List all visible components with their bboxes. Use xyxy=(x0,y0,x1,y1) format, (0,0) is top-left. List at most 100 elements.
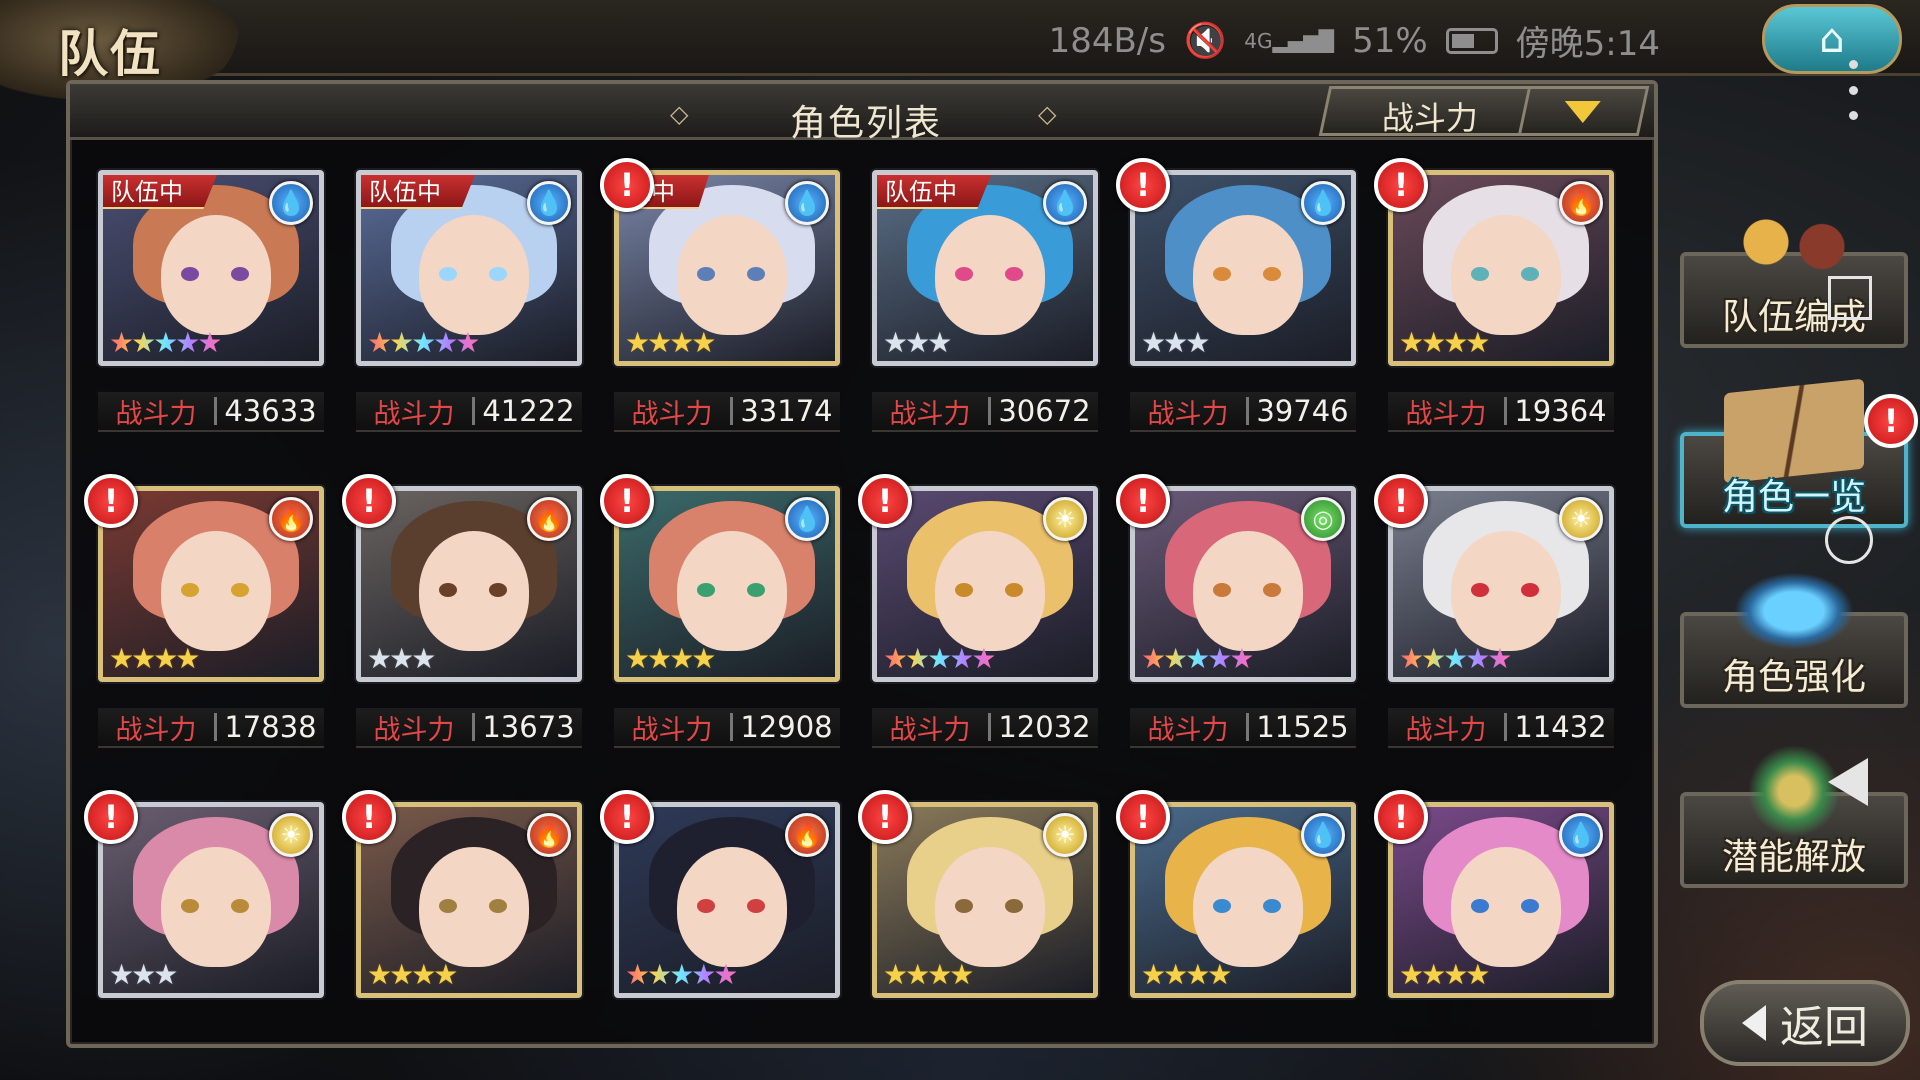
back-label: 返回 xyxy=(1780,1002,1868,1053)
character-card[interactable]: ★★★★ 🔥! 战斗力 19364 xyxy=(1374,158,1614,432)
sort-dropdown[interactable]: 战斗力 xyxy=(1318,86,1650,137)
water-element-icon: 💧 xyxy=(269,181,313,225)
combat-power-row: 战斗力 33174 xyxy=(614,392,840,432)
water-element-icon: 💧 xyxy=(785,497,829,541)
character-list-button[interactable]: 角色一览 xyxy=(1680,378,1908,528)
light-element-icon: ☀ xyxy=(1043,497,1087,541)
combat-power-value: 13673 xyxy=(482,710,575,744)
rarity-stars: ★★★ xyxy=(109,958,178,991)
alert-exclamation-icon: ! xyxy=(1374,790,1428,844)
character-card[interactable]: ★★★★💧五中!战斗力33174 xyxy=(600,158,840,432)
character-card[interactable]: ★★★★★ ◎! 战斗力 11525 xyxy=(1116,474,1356,748)
combat-power-value: 43633 xyxy=(224,394,317,428)
combat-power-label: 战斗力 xyxy=(1405,398,1487,430)
combat-power-row: 战斗力 13673 xyxy=(356,708,582,748)
combat-power-value: 30672 xyxy=(998,394,1091,428)
combat-power-label: 战斗力 xyxy=(1405,714,1487,746)
rarity-stars: ★★★ xyxy=(1141,326,1210,359)
side-menu-label: 角色一览 xyxy=(1721,477,1866,518)
back-button[interactable]: 返回 xyxy=(1700,980,1910,1066)
character-card[interactable]: ★★★★★ 🔥! xyxy=(600,790,840,1002)
combat-power-value: 11525 xyxy=(1256,710,1349,744)
combat-power-value: 12032 xyxy=(998,710,1091,744)
combat-power-row: 战斗力 17838 xyxy=(98,708,324,748)
combat-power-label: 战斗力 xyxy=(1147,398,1229,430)
clock: 傍晚5:14 xyxy=(1515,24,1660,64)
fire-element-icon: 🔥 xyxy=(527,497,571,541)
combat-power-row: 战斗力 43633 xyxy=(98,392,324,432)
character-card[interactable]: ★★★ 💧! 战斗力 39746 xyxy=(1116,158,1356,432)
alert-exclamation-icon: ! xyxy=(1374,158,1428,212)
combat-power-label: 战斗力 xyxy=(373,398,455,430)
character-card[interactable]: ★★★★ 💧! xyxy=(1116,790,1356,1002)
character-card[interactable]: ★★★★★ ☀! 战斗力 12032 xyxy=(858,474,1098,748)
alert-exclamation-icon: ! xyxy=(1374,474,1428,528)
mute-icon: 🔇 xyxy=(1183,20,1227,61)
rarity-stars: ★★★ xyxy=(883,326,952,359)
battery-icon xyxy=(1445,27,1498,54)
back-arrow-icon xyxy=(1742,1005,1766,1041)
rarity-stars: ★★★★ xyxy=(625,326,716,359)
character-card[interactable]: ★★★ ☀! xyxy=(84,790,324,1002)
character-card[interactable]: ★★★★ 💧! 战斗力 12908 xyxy=(600,474,840,748)
character-card[interactable]: ★★★★★ 💧 队伍中 战斗力 43633 xyxy=(98,170,324,432)
system-status: 184B/s 🔇 4G▂▄▆█ 51% 傍晚5:14 xyxy=(1049,16,1660,65)
light-element-icon: ☀ xyxy=(269,813,313,857)
rarity-stars: ★★★★ xyxy=(1141,958,1232,991)
combat-power-label: 战斗力 xyxy=(889,398,971,430)
character-card[interactable]: ★★★★ 🔥! xyxy=(342,790,582,1002)
combat-power-value: 19364 xyxy=(1514,394,1607,428)
combat-power-value: 11432 xyxy=(1514,710,1607,744)
more-options-icon[interactable] xyxy=(1848,60,1858,120)
character-portrait: ★★★★★ 💧 队伍中 xyxy=(356,170,582,366)
character-card[interactable]: ★★★★ 💧! xyxy=(1374,790,1614,1002)
combat-power-row: 战斗力 41222 xyxy=(356,392,582,432)
combat-power-label: 战斗力 xyxy=(631,714,713,746)
chevron-down-icon[interactable] xyxy=(1564,101,1601,123)
rarity-stars: ★★★ xyxy=(367,642,436,675)
side-menu-label: 角色强化 xyxy=(1721,657,1866,698)
alert-exclamation-icon: ! xyxy=(1116,158,1170,212)
team-formation-button[interactable]: 队伍编成 xyxy=(1680,206,1908,348)
battery-percent: 51% xyxy=(1352,20,1428,61)
home-circle-icon[interactable] xyxy=(1825,516,1873,564)
alert-exclamation-icon: ! xyxy=(858,790,912,844)
combat-power-label: 战斗力 xyxy=(115,714,197,746)
fire-element-icon: 🔥 xyxy=(1559,181,1603,225)
combat-power-value: 39746 xyxy=(1256,394,1349,428)
combat-power-row: 战斗力 12908 xyxy=(614,708,840,748)
alert-exclamation-icon: ! xyxy=(600,474,654,528)
recent-apps-icon[interactable] xyxy=(1828,276,1872,320)
character-card[interactable]: ★★★★ 🔥! 战斗力 17838 xyxy=(84,474,324,748)
alert-exclamation-icon: ! xyxy=(1116,790,1170,844)
network-speed: 184B/s xyxy=(1048,20,1166,61)
water-element-icon: 💧 xyxy=(785,181,829,225)
alert-exclamation-icon: ! xyxy=(84,790,138,844)
character-enhance-button[interactable]: 角色强化 xyxy=(1680,566,1908,708)
alert-exclamation-icon: ! xyxy=(342,474,396,528)
character-card[interactable]: ★★★ 💧 队伍中 战斗力 30672 xyxy=(872,170,1098,432)
character-card[interactable]: ★★★★★ ☀! 战斗力 11432 xyxy=(1374,474,1614,748)
character-card[interactable]: ★★★★ ☀! xyxy=(858,790,1098,1002)
home-button[interactable]: ⌂ xyxy=(1762,4,1902,74)
in-team-badge: 队伍中 xyxy=(877,175,991,209)
page-title: 队伍 xyxy=(58,25,162,83)
alert-exclamation-icon: ! xyxy=(600,790,654,844)
alert-exclamation-icon: ! xyxy=(1116,474,1170,528)
top-bar: 队伍 184B/s 🔇 4G▂▄▆█ 51% 傍晚5:14 ⌂ xyxy=(0,0,1920,100)
light-element-icon: ☀ xyxy=(1559,497,1603,541)
rarity-stars: ★★★★★ xyxy=(625,958,739,991)
water-element-icon: 💧 xyxy=(1301,813,1345,857)
rarity-stars: ★★★★ xyxy=(1399,958,1490,991)
character-card[interactable]: ★★★ 🔥! 战斗力 13673 xyxy=(342,474,582,748)
potential-unlock-button[interactable]: 潜能解放 xyxy=(1680,746,1908,888)
character-list-panel: ◇ 角色列表 ◇ 战斗力 ★★★★★ 💧 队伍中 战斗力 43633 ★★★★★ 💧 队伍中战… xyxy=(66,80,1658,1048)
sort-label: 战斗力 xyxy=(1381,99,1478,137)
wind-element-icon: ◎ xyxy=(1301,497,1345,541)
combat-power-value: 12908 xyxy=(740,710,833,744)
rarity-stars: ★★★★ xyxy=(1399,326,1490,359)
nav-back-icon[interactable] xyxy=(1828,758,1868,806)
combat-power-label: 战斗力 xyxy=(1147,714,1229,746)
water-element-icon: 💧 xyxy=(1301,181,1345,225)
character-card[interactable]: ★★★★★ 💧 队伍中战斗力 41222 xyxy=(356,170,582,432)
